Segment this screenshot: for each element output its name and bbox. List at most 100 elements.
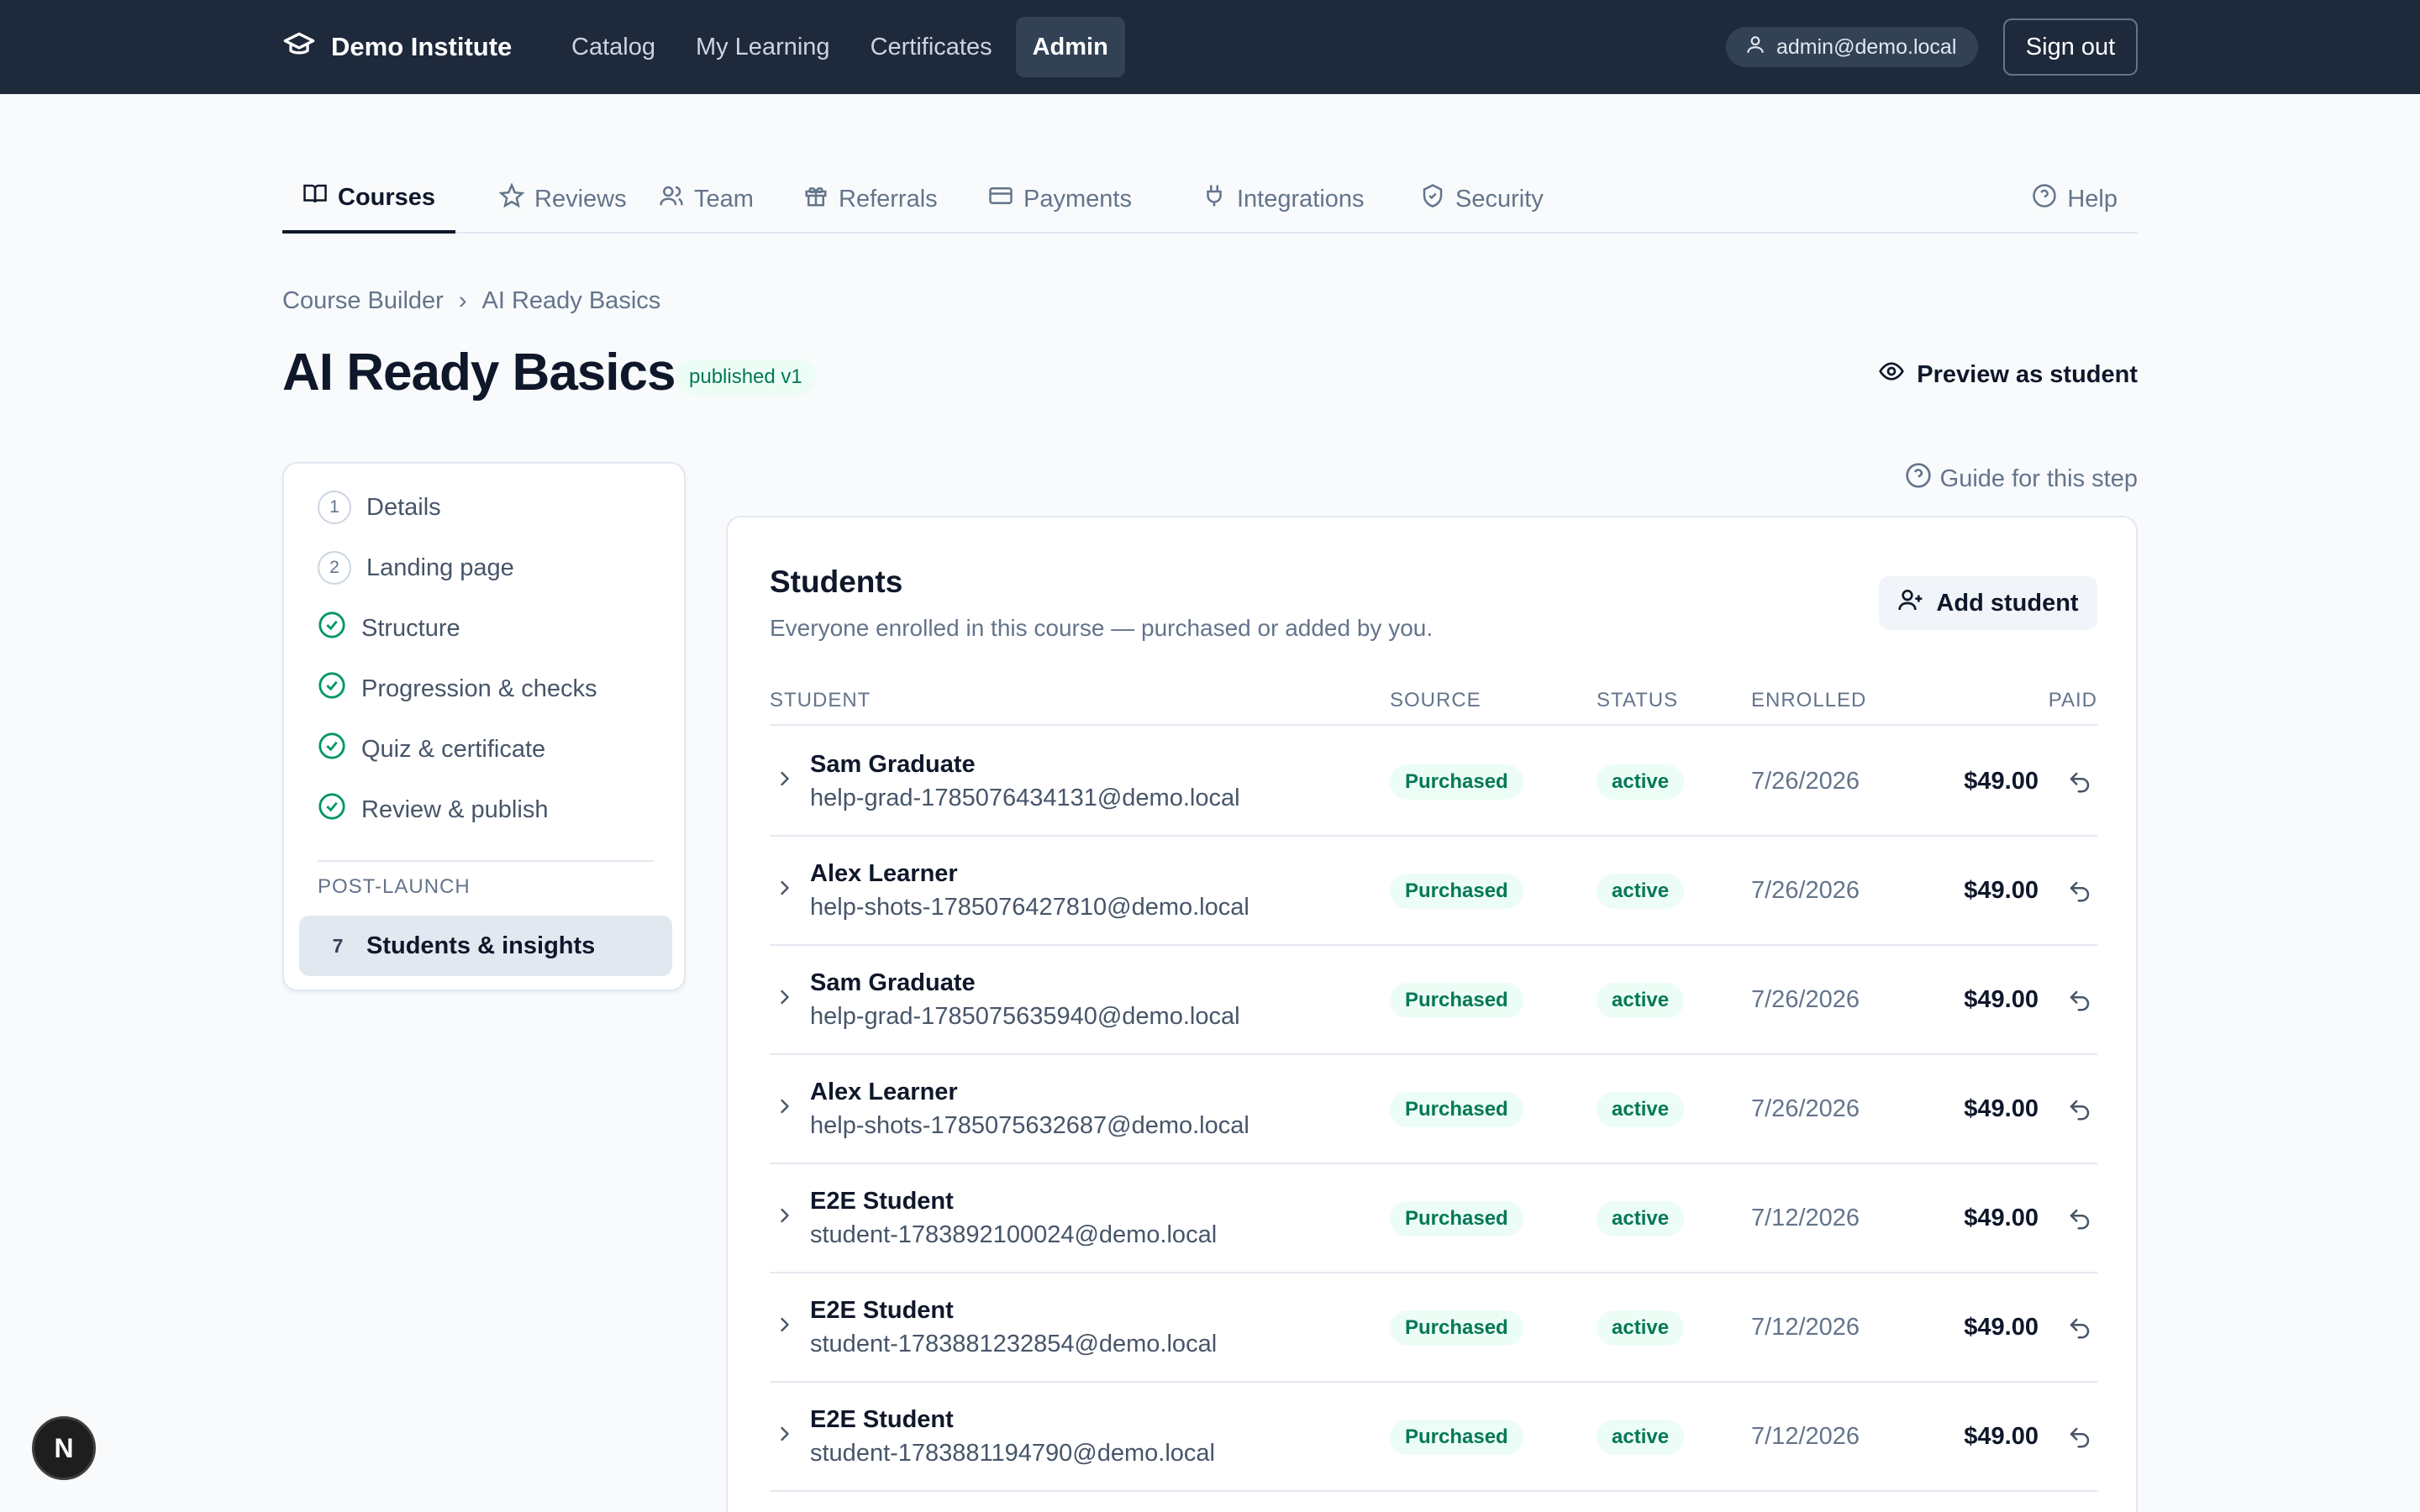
nav-admin[interactable]: Admin: [1015, 17, 1125, 77]
col-enrolled: ENROLLED: [1751, 689, 1867, 711]
students-card: Students Everyone enrolled in this cours…: [726, 516, 2138, 1512]
student-name: Sam Graduate: [810, 969, 976, 996]
guide-link[interactable]: Guide for this step: [1905, 462, 2138, 496]
nav-my-learning[interactable]: My Learning: [679, 17, 847, 77]
tab-label: Referrals: [839, 185, 938, 213]
next-dev-indicator[interactable]: N: [32, 1416, 96, 1480]
student-email: student-1783881232854@demo.local: [810, 1331, 1218, 1357]
step-review-publish[interactable]: Review & publish: [318, 790, 548, 830]
tab-label: Help: [2067, 185, 2118, 213]
step-label: Progression & checks: [361, 675, 597, 702]
tab-courses[interactable]: Courses: [282, 165, 456, 234]
sign-out-button[interactable]: Sign out: [2003, 18, 2138, 76]
chevron-right-icon[interactable]: [773, 1313, 797, 1343]
brand-name: Demo Institute: [331, 32, 513, 61]
top-nav: Demo Institute Catalog My Learning Certi…: [0, 0, 2420, 94]
add-student-button[interactable]: Add student: [1879, 576, 2097, 630]
chevron-right-icon[interactable]: [773, 1422, 797, 1452]
step-label: Students & insights: [366, 932, 596, 959]
step-progression[interactable]: Progression & checks: [318, 669, 597, 709]
refund-icon[interactable]: [2067, 879, 2092, 904]
enrolled-date: 7/26/2026: [1751, 768, 1860, 795]
breadcrumb-current: AI Ready Basics: [481, 287, 661, 314]
post-launch-heading: POST-LAUNCH: [318, 875, 471, 898]
status-badge: published v1: [676, 360, 816, 395]
user-plus-icon: [1897, 586, 1924, 620]
graduation-cap-icon: [282, 27, 316, 67]
step-number: 1: [318, 491, 351, 524]
help-circle-icon: [1905, 462, 1932, 496]
refund-icon[interactable]: [2067, 988, 2092, 1013]
paid-amount: $49.00: [1964, 1423, 2039, 1450]
step-students-insights[interactable]: 7 Students & insights: [299, 916, 672, 976]
status-badge: active: [1597, 764, 1685, 800]
refund-icon[interactable]: [2067, 1315, 2092, 1341]
step-quiz-certificate[interactable]: Quiz & certificate: [318, 729, 545, 769]
col-source: SOURCE: [1390, 689, 1481, 711]
nav-catalog[interactable]: Catalog: [555, 17, 672, 77]
refund-icon[interactable]: [2067, 1425, 2092, 1450]
table-row: Alex Learner help-shots-1785075632687@dem…: [770, 1055, 2097, 1164]
tab-help[interactable]: Help: [2012, 165, 2138, 234]
tab-label: Security: [1455, 185, 1544, 213]
refund-icon[interactable]: [2067, 769, 2092, 795]
steps-divider: [318, 860, 654, 862]
star-icon: [498, 182, 525, 215]
status-badge: active: [1597, 1310, 1685, 1346]
source-badge: Purchased: [1390, 1310, 1523, 1346]
chevron-right-icon[interactable]: [773, 1204, 797, 1234]
eye-icon: [1878, 358, 1905, 391]
status-badge: active: [1597, 874, 1685, 909]
breadcrumb: Course Builder › AI Ready Basics: [282, 287, 660, 315]
step-landing-page[interactable]: 2 Landing page: [318, 548, 514, 588]
chevron-right-icon[interactable]: [773, 985, 797, 1016]
preview-as-student-button[interactable]: Preview as student: [1878, 358, 2138, 391]
step-structure[interactable]: Structure: [318, 608, 460, 648]
refund-icon[interactable]: [2067, 1097, 2092, 1122]
check-circle-icon: [318, 732, 346, 767]
tab-security[interactable]: Security: [1400, 165, 1564, 234]
tab-team[interactable]: Team: [639, 165, 774, 234]
tab-referrals[interactable]: Referrals: [783, 165, 958, 234]
table-row: E2E Student student-1783892100024@demo.lo…: [770, 1164, 2097, 1273]
status-badge: active: [1597, 1420, 1685, 1455]
breadcrumb-separator: ›: [458, 287, 467, 314]
students-title: Students: [770, 564, 903, 599]
breadcrumb-parent[interactable]: Course Builder: [282, 287, 444, 315]
enrolled-date: 7/12/2026: [1751, 1423, 1860, 1450]
paid-amount: $49.00: [1964, 877, 2039, 904]
paid-amount: $49.00: [1964, 1095, 2039, 1122]
step-label: Structure: [361, 614, 460, 642]
enrolled-date: 7/26/2026: [1751, 986, 1860, 1013]
book-icon: [302, 181, 328, 213]
nav-certificates[interactable]: Certificates: [854, 17, 1009, 77]
tab-label: Integrations: [1237, 185, 1365, 213]
source-badge: Purchased: [1390, 874, 1523, 909]
tab-integrations[interactable]: Integrations: [1181, 165, 1385, 234]
student-name: Sam Graduate: [810, 751, 976, 778]
refund-icon[interactable]: [2067, 1206, 2092, 1231]
step-details[interactable]: 1 Details: [318, 487, 441, 528]
table-row: Alex Learner help-shots-1785076427810@dem…: [770, 837, 2097, 946]
tab-label: Payments: [1023, 185, 1132, 213]
students-subtitle: Everyone enrolled in this course — purch…: [770, 615, 1434, 641]
tab-payments[interactable]: Payments: [968, 165, 1152, 234]
user-icon: [1744, 34, 1766, 61]
step-label: Quiz & certificate: [361, 735, 546, 763]
brand[interactable]: Demo Institute: [282, 0, 512, 94]
source-badge: Purchased: [1390, 1201, 1523, 1236]
tab-reviews[interactable]: Reviews: [479, 165, 647, 234]
user-menu[interactable]: admin@demo.local: [1726, 27, 1979, 67]
student-email: student-1783881194790@demo.local: [810, 1440, 1215, 1467]
chevron-right-icon[interactable]: [773, 876, 797, 906]
source-badge: Purchased: [1390, 1092, 1523, 1127]
enrolled-date: 7/12/2026: [1751, 1205, 1860, 1231]
check-circle-icon: [318, 611, 346, 646]
step-label: Landing page: [366, 554, 514, 581]
check-circle-icon: [318, 671, 346, 706]
chevron-right-icon[interactable]: [773, 767, 797, 797]
main-nav: Catalog My Learning Certificates Admin: [555, 17, 1125, 77]
tab-label: Team: [694, 185, 754, 213]
chevron-right-icon[interactable]: [773, 1095, 797, 1125]
table-row: E2E Student student-1783881194790@demo.lo…: [770, 1383, 2097, 1492]
